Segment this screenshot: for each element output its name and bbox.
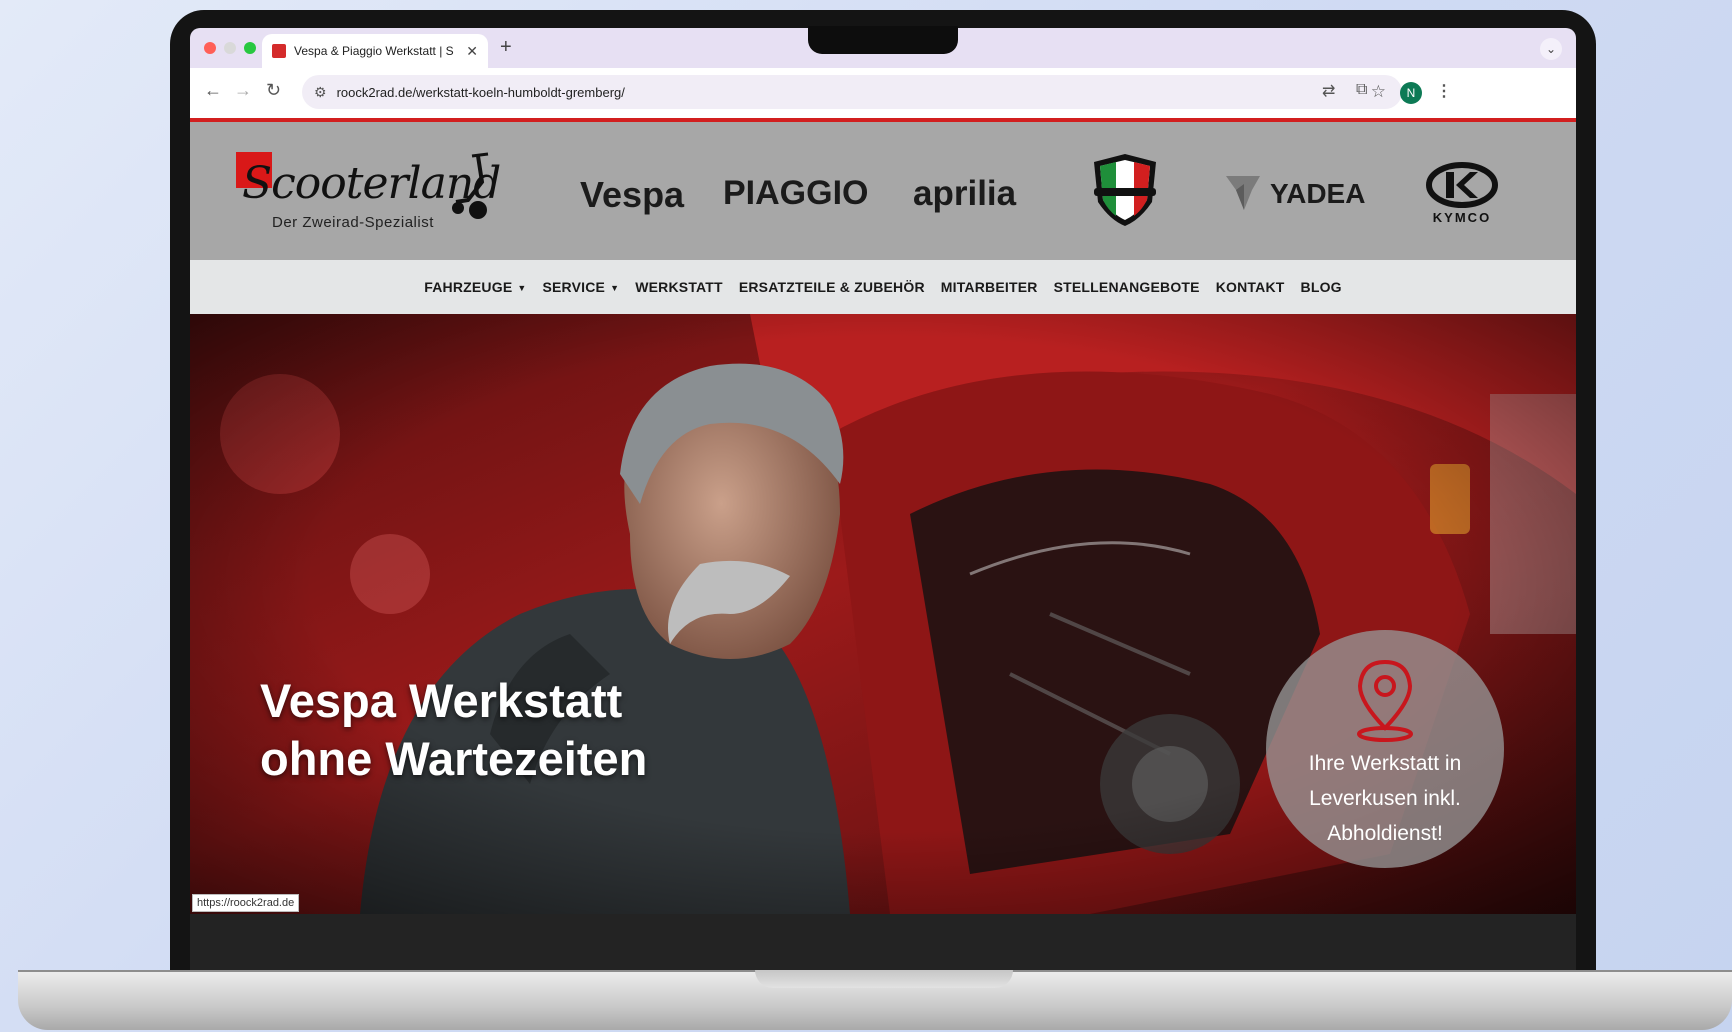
brand-piaggio-link[interactable]: PIAGGIO [723, 174, 868, 213]
site-settings-icon[interactable]: ⚙ [314, 84, 327, 101]
maximize-window-button[interactable] [244, 42, 256, 54]
translate-icon[interactable]: ⇄ [1322, 81, 1335, 101]
nav-item-mitarbeiter[interactable]: MITARBEITER [941, 279, 1038, 295]
screen: Vespa & Piaggio Werkstatt | S ✕ + ⌄ ← → … [190, 28, 1576, 972]
profile-avatar[interactable]: N [1400, 82, 1422, 104]
kymco-logo-icon [1426, 162, 1498, 208]
browser-tab[interactable]: Vespa & Piaggio Werkstatt | S ✕ [262, 34, 488, 68]
bookmark-star-icon[interactable]: ☆ [1371, 82, 1386, 102]
caret-down-icon: ▼ [517, 283, 527, 294]
brand-vespa-link[interactable]: Vespa [580, 174, 684, 216]
tab-title: Vespa & Piaggio Werkstatt | S [294, 44, 454, 58]
hero-section: Vespa Werkstatt ohne Wartezeiten Ihre We… [190, 314, 1576, 914]
brand-yadea-link[interactable]: YADEA [1270, 178, 1365, 210]
nav-item-werkstatt[interactable]: WERKSTATT [635, 279, 723, 295]
brand-aprilia-link[interactable]: aprilia [913, 174, 1016, 214]
address-bar[interactable]: ⚙ roock2rad.de/werkstatt-koeln-humboldt-… [302, 75, 1402, 109]
favicon-icon [272, 44, 286, 58]
yadea-logo-icon[interactable] [1224, 172, 1262, 212]
url-text: roock2rad.de/werkstatt-koeln-humboldt-gr… [336, 84, 625, 100]
camera-notch [808, 26, 958, 54]
brand-kymco-link[interactable]: KYMCO [1422, 162, 1502, 225]
nav-item-fahrzeuge[interactable]: FAHRZEUGE ▼ [424, 279, 526, 295]
new-tab-button[interactable]: + [500, 36, 512, 59]
main-navigation: FAHRZEUGE ▼ SERVICE ▼ WERKSTATT ERSATZTEIL… [190, 260, 1576, 314]
chevron-down-icon[interactable]: ⌄ [1540, 38, 1562, 60]
page-footer-strip [190, 914, 1576, 972]
scooter-icon [452, 152, 489, 219]
kymco-label: KYMCO [1432, 210, 1492, 225]
badge-text: Ihre Werkstatt in Leverkusen inkl. Abhol… [1308, 752, 1462, 845]
location-badge[interactable]: Ihre Werkstatt in Leverkusen inkl. Abhol… [1266, 630, 1504, 868]
caret-down-icon: ▼ [610, 283, 620, 294]
hero-title: Vespa Werkstatt ohne Wartezeiten [260, 674, 648, 785]
browser-toolbar: ← → ↻ ⚙ roock2rad.de/werkstatt-koeln-hum… [190, 68, 1576, 118]
scooterland-logo[interactable]: Scooterland Der Zweirad-Spezialist [236, 152, 501, 242]
back-arrow-icon[interactable]: ← [204, 80, 222, 101]
laptop-groove [755, 970, 1013, 988]
nav-item-service[interactable]: SERVICE ▼ [542, 279, 619, 295]
kebab-menu-icon[interactable]: ⋮ [1436, 81, 1452, 101]
map-pin-icon [1357, 659, 1413, 742]
minimize-window-button[interactable] [224, 42, 236, 54]
tab-close-icon[interactable]: ✕ [466, 43, 478, 60]
italian-shield-icon[interactable] [1090, 152, 1160, 228]
extensions-puzzle-icon[interactable]: ⧉ [1356, 81, 1367, 99]
nav-item-blog[interactable]: BLOG [1301, 279, 1342, 295]
close-window-button[interactable] [204, 42, 216, 54]
nav-item-kontakt[interactable]: KONTAKT [1216, 279, 1285, 295]
site-header: Scooterland Der Zweirad-Spezialist Vespa… [190, 122, 1576, 260]
logo-tagline: Der Zweirad-Spezialist [272, 214, 434, 231]
nav-item-ersatzteile[interactable]: ERSATZTEILE & ZUBEHÖR [739, 279, 925, 295]
reload-icon[interactable]: ↻ [266, 80, 281, 101]
nav-item-stellenangebote[interactable]: STELLENANGEBOTE [1054, 279, 1200, 295]
status-bar-url: https://roock2rad.de [192, 894, 300, 912]
forward-arrow-icon[interactable]: → [234, 80, 252, 101]
